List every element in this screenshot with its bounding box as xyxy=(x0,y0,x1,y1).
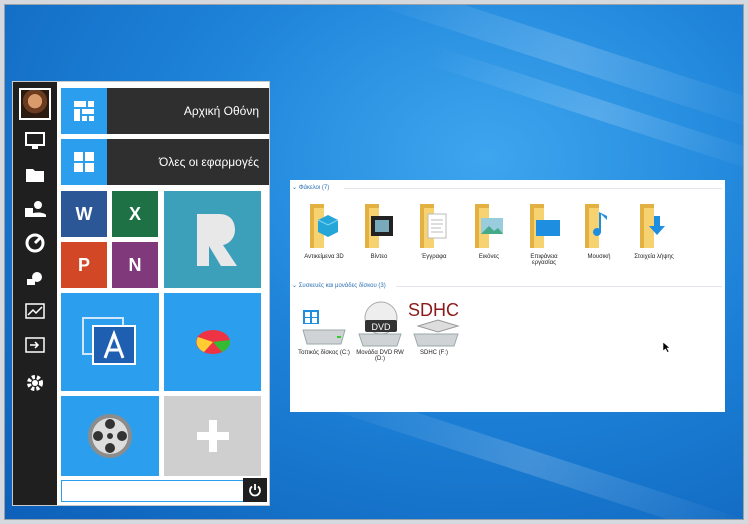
network-icon[interactable] xyxy=(22,230,48,256)
all-apps-label: Όλες οι εφαρμογές xyxy=(107,139,269,185)
videos-icon xyxy=(365,204,393,248)
folder-label: Βίντεο xyxy=(370,254,388,260)
svg-text:DVD: DVD xyxy=(371,322,391,332)
3d-objects-icon xyxy=(310,204,339,248)
monitor-icon[interactable] xyxy=(22,128,48,154)
chevron-down-icon: ⌄ xyxy=(292,283,298,289)
folder-item[interactable]: Έγγραφα xyxy=(408,198,460,260)
powerpoint-icon[interactable]: P xyxy=(61,242,107,288)
chevron-down-icon: ⌄ xyxy=(292,185,298,191)
user-icon[interactable] xyxy=(22,196,48,222)
music-icon xyxy=(585,204,607,248)
folder-item[interactable]: Βίντεο xyxy=(353,198,405,260)
drive-item[interactable]: Τοπικός δίσκος (C:) xyxy=(296,306,352,356)
onenote-icon[interactable]: N xyxy=(112,242,158,288)
folder-label: Επιφάνεια εργασίας xyxy=(530,254,558,266)
gear-wrench-icon[interactable] xyxy=(22,264,48,290)
sd-card-icon: SDHC xyxy=(408,300,460,347)
downloads-icon xyxy=(640,204,665,248)
readiris-icon[interactable] xyxy=(164,191,261,288)
folder-label: Έγγραφα xyxy=(421,254,447,260)
drive-label: Μονάδα DVD RW (D:) xyxy=(356,350,404,362)
add-tile-icon[interactable] xyxy=(164,396,261,476)
drive-label: SDHC (F:) xyxy=(420,350,448,356)
folder-label: Μουσική xyxy=(587,254,611,260)
folder-label: Στοιχεία λήψης xyxy=(634,254,674,260)
drive-item[interactable]: SDHC SDHC (F:) xyxy=(406,294,462,356)
drive-label: Τοπικός δίσκος (C:) xyxy=(298,350,350,356)
folder-label: Εικόνες xyxy=(478,254,500,260)
local-disk-icon xyxy=(302,310,346,345)
all-apps-tile[interactable]: Όλες οι εφαρμογές xyxy=(61,139,269,185)
home-screen-tile[interactable]: Αρχική Οθόνη xyxy=(61,88,269,134)
disk-partition-icon[interactable] xyxy=(164,293,261,391)
drives-section-header[interactable]: ⌄ Συσκευές και μονάδες δίσκου (3) xyxy=(292,282,722,289)
folder-item[interactable]: Μουσική xyxy=(573,198,625,260)
start-menu: Αρχική Οθόνη Όλες οι εφαρμογές W X P N xyxy=(12,81,270,506)
desktop-icon xyxy=(530,204,560,248)
avatar[interactable] xyxy=(19,88,51,120)
mouse-cursor xyxy=(662,341,670,353)
windows-logo-icon xyxy=(61,139,107,185)
folder-label: Αντικείμενα 3D xyxy=(304,254,344,260)
wallpaper-beam xyxy=(365,0,748,133)
file-explorer: ⌄ Φάκελοι (7) Αντικείμενα 3D Βίντεο Έγγραφ… xyxy=(290,180,725,412)
folder-icon[interactable] xyxy=(22,162,48,188)
chart-icon[interactable] xyxy=(22,298,48,324)
folder-item[interactable]: Στοιχεία λήψης xyxy=(628,198,680,260)
acronis-icon[interactable] xyxy=(61,293,159,391)
pictures-icon xyxy=(475,204,503,248)
word-icon[interactable]: W xyxy=(61,191,107,237)
film-reel-icon[interactable] xyxy=(61,396,159,476)
home-grid-icon xyxy=(61,88,107,134)
dvd-drive-icon: DVD xyxy=(358,301,402,347)
svg-text:SDHC: SDHC xyxy=(408,300,459,320)
start-rail xyxy=(13,82,57,505)
power-icon xyxy=(249,484,261,497)
excel-icon[interactable]: X xyxy=(112,191,158,237)
power-button[interactable] xyxy=(243,478,267,502)
folders-section-header[interactable]: ⌄ Φάκελοι (7) xyxy=(292,184,722,191)
folder-item[interactable]: Επιφάνεια εργασίας xyxy=(518,198,570,266)
search-box[interactable] xyxy=(61,480,267,502)
home-screen-label: Αρχική Οθόνη xyxy=(107,88,269,134)
settings-icon[interactable] xyxy=(22,370,48,396)
folder-item[interactable]: Αντικείμενα 3D xyxy=(298,198,350,260)
folder-item[interactable]: Εικόνες xyxy=(463,198,515,260)
logout-icon[interactable] xyxy=(22,332,48,358)
drive-item[interactable]: DVD Μονάδα DVD RW (D:) xyxy=(352,300,408,362)
documents-icon xyxy=(420,204,447,248)
